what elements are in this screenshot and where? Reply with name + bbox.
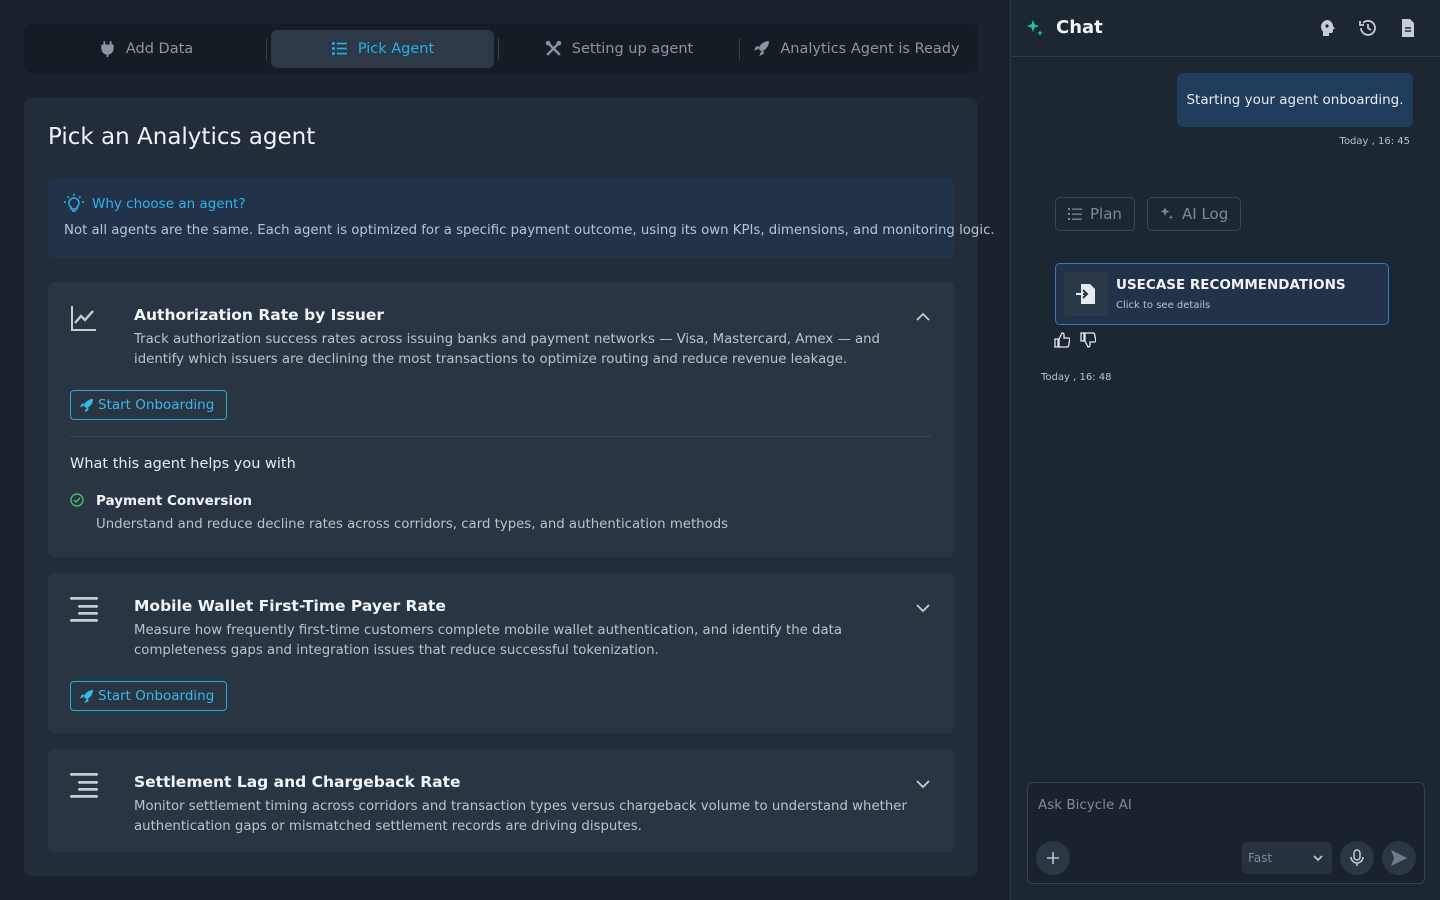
mode-select[interactable]: Fast <box>1242 842 1332 874</box>
trend-chart-icon <box>71 306 96 331</box>
send-icon <box>1391 850 1407 866</box>
agent-description: Monitor settlement timing across corrido… <box>134 799 907 834</box>
sparkle-icon <box>1027 20 1043 36</box>
agent-title: Mobile Wallet First-Time Payer Rate <box>134 597 446 615</box>
plug-icon <box>101 41 114 57</box>
usecase-subtitle: Click to see details <box>1116 300 1211 311</box>
chat-header: Chat <box>1011 0 1440 57</box>
step-label: Setting up agent <box>571 40 694 57</box>
rocket-icon <box>754 41 770 56</box>
start-onboarding-button[interactable]: Start Onboarding <box>70 681 228 711</box>
main-area: Add Data Pick Agent Setting up agent Ana… <box>0 0 1010 900</box>
agent-description: Track authorization success rates across… <box>134 332 880 367</box>
step-label: Analytics Agent is Ready <box>780 40 960 57</box>
message-timestamp: Today , 16: 45 <box>1339 136 1410 147</box>
agent-card: Settlement Lag and Chargeback Rate Monit… <box>48 749 954 852</box>
chevron-down-icon[interactable] <box>914 599 932 617</box>
checklist-icon <box>1068 208 1082 220</box>
benefit-title: Payment Conversion <box>96 493 252 509</box>
agent-description: Measure how frequently first-time custom… <box>134 623 842 658</box>
page-title: Pick an Analytics agent <box>48 124 316 150</box>
chevron-down-icon <box>1313 855 1323 862</box>
ai-log-tab[interactable]: AI Log <box>1147 197 1242 231</box>
benefit-description: Understand and reduce decline rates acro… <box>96 517 729 532</box>
pick-agent-panel: Pick an Analytics agent Why choose an ag… <box>24 98 995 876</box>
step-setting-up-agent[interactable]: Setting up agent <box>503 30 735 68</box>
chat-composer: Fast <box>1027 782 1425 884</box>
user-message-bubble: Starting your agent onboarding. <box>1177 73 1413 127</box>
plus-icon <box>1047 852 1059 864</box>
step-add-data[interactable]: Add Data <box>30 30 262 68</box>
agent-title: Settlement Lag and Chargeback Rate <box>134 773 461 791</box>
ai-log-tab-label: AI Log <box>1182 205 1229 223</box>
lightbulb-icon <box>64 194 84 212</box>
rocket-icon <box>79 398 94 412</box>
step-label: Add Data <box>125 40 194 57</box>
step-label: Pick Agent <box>357 40 435 57</box>
step-separator <box>739 37 740 60</box>
info-heading-text: Why choose an agent? <box>92 196 246 212</box>
tools-icon <box>545 40 561 56</box>
history-icon[interactable] <box>1358 18 1378 38</box>
agent-card: Mobile Wallet First-Time Payer Rate Meas… <box>48 573 954 733</box>
chat-panel: Chat Starting your agent onboarding. Tod… <box>1010 0 1440 900</box>
step-pick-agent[interactable]: Pick Agent <box>271 29 494 68</box>
agent-card: Authorization Rate by Issuer Track autho… <box>48 282 954 557</box>
step-separator <box>498 37 499 60</box>
chevron-down-icon[interactable] <box>914 775 932 793</box>
sparkle-icon <box>1160 207 1174 220</box>
thumbs-down-icon[interactable] <box>1080 332 1096 348</box>
check-circle-icon <box>70 493 84 507</box>
info-text: Not all agents are the same. Each agent … <box>64 223 995 238</box>
plan-tab[interactable]: Plan <box>1055 197 1135 231</box>
step-separator <box>266 37 267 60</box>
file-import-icon <box>1076 284 1095 304</box>
chat-input[interactable] <box>1038 797 1408 813</box>
start-onboarding-button[interactable]: Start Onboarding <box>70 390 228 420</box>
button-label: Start Onboarding <box>98 397 215 413</box>
mode-select-value: Fast <box>1248 851 1273 865</box>
attach-button[interactable] <box>1036 841 1070 875</box>
onboarding-stepper: Add Data Pick Agent Setting up agent Ana… <box>24 24 978 73</box>
helps-title: What this agent helps you with <box>70 456 296 472</box>
user-message-text: Starting your agent onboarding. <box>1186 92 1404 108</box>
plan-tab-label: Plan <box>1090 205 1122 223</box>
brain-icon[interactable] <box>1318 18 1338 38</box>
usecase-title: USECASE RECOMMENDATIONS <box>1116 277 1346 293</box>
divider <box>70 436 932 437</box>
info-callout: Why choose an agent? Not all agents are … <box>48 178 995 258</box>
document-icon[interactable] <box>1398 18 1418 38</box>
usecase-icon-box <box>1064 272 1108 316</box>
info-heading: Why choose an agent? <box>64 194 246 214</box>
step-agent-ready[interactable]: Analytics Agent is Ready <box>744 30 969 68</box>
chat-title: Chat <box>1056 17 1103 38</box>
thumbs-up-icon[interactable] <box>1054 332 1070 348</box>
list-icon <box>331 42 347 55</box>
chevron-up-icon[interactable] <box>914 308 932 326</box>
agent-title: Authorization Rate by Issuer <box>134 306 385 324</box>
align-lines-icon <box>70 773 98 798</box>
microphone-button[interactable] <box>1340 841 1374 875</box>
usecase-recommendations-card[interactable]: USECASE RECOMMENDATIONS Click to see det… <box>1055 263 1389 325</box>
button-label: Start Onboarding <box>98 688 215 704</box>
rocket-icon <box>79 689 94 703</box>
send-button[interactable] <box>1382 841 1416 875</box>
message-timestamp: Today , 16: 48 <box>1041 372 1112 383</box>
align-lines-icon <box>70 597 98 622</box>
microphone-icon <box>1350 849 1364 866</box>
